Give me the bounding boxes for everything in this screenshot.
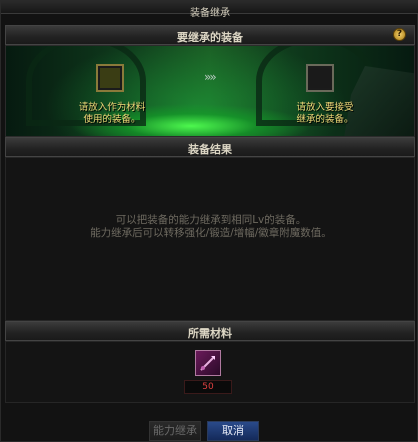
material-area: 50 [5,341,415,403]
result-description: 可以把装备的能力继承到相同Lv的装备。 能力继承后可以转移强化/锻造/增幅/徽章… [6,214,416,240]
source-slot-hint: 请放入作为材料 使用的装备。 [66,102,158,126]
target-slot-hint-line2: 继承的装备。 [296,114,354,125]
material-section-header: 所需材料 [5,321,415,341]
equipment-inherit-window: 装备继承 要继承的装备 ? 请放入作为材料 使用的装备。 »» 请放入要接受 继… [0,0,418,442]
inherit-section-header: 要继承的装备 ? [5,25,415,45]
inherit-section-title: 要继承的装备 [177,31,243,44]
result-section-header: 装备结果 [5,137,415,157]
target-slot-hint-line1: 请放入要接受 [296,102,354,113]
footer: 能力继承 取消 [1,419,418,442]
cancel-button[interactable]: 取消 [207,421,259,441]
window-title: 装备继承 [190,8,230,19]
purple-stone-icon[interactable] [195,350,221,376]
transfer-arrows-icon: »» [204,70,217,84]
target-equipment-slot[interactable] [306,64,334,92]
result-description-line2: 能力继承后可以转移强化/锻造/增幅/徽章附魔数值。 [90,227,332,239]
result-section-title: 装备结果 [188,143,232,156]
result-area: 可以把装备的能力继承到相同Lv的装备。 能力继承后可以转移强化/锻造/增幅/徽章… [5,157,415,321]
inherit-scene: 请放入作为材料 使用的装备。 »» 请放入要接受 继承的装备。 [5,45,415,137]
material-quantity: 50 [184,380,232,394]
target-slot-hint: 请放入要接受 继承的装备。 [282,102,368,126]
source-slot-hint-line1: 请放入作为材料 [78,102,146,113]
result-description-line1: 可以把装备的能力继承到相同Lv的装备。 [115,214,307,226]
help-button[interactable]: ? [393,28,406,41]
title-bar[interactable]: 装备继承 [1,1,418,19]
source-slot-hint-line2: 使用的装备。 [83,114,141,125]
inherit-button[interactable]: 能力继承 [149,421,201,441]
material-section-title: 所需材料 [188,327,232,340]
source-equipment-slot[interactable] [96,64,124,92]
